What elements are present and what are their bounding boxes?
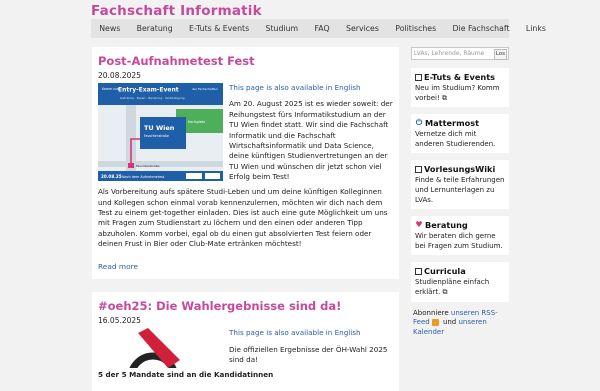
subscribe-box: Abonniere unseren RSS-Feed und unseren K… — [411, 309, 509, 338]
poster-footer-date: 20.08.25 — [101, 174, 122, 179]
widget-text: Wir beraten dich gerne bei Fragen zum St… — [415, 232, 503, 250]
post-date: 16.05.2025 — [98, 316, 141, 326]
site-title[interactable]: Fachschaft Informatik — [91, 3, 262, 19]
widget-title-text: Mattermost — [425, 118, 480, 129]
heart-icon: ♥ — [415, 220, 423, 230]
poster-header-small2: der Fachschaften — [192, 87, 218, 91]
post-paragraph: Als Vorbereitung aufs spätere Studi-Lebe… — [98, 187, 388, 249]
poster-header-big: Entry-Exam-Event — [118, 87, 179, 94]
sidebar: LVAs, Lehrende, Räume Los E-Tuts & Event… — [411, 47, 509, 337]
widget-title-text: Curricula — [424, 266, 466, 277]
read-more-link[interactable]: Read more — [98, 262, 138, 271]
widget-curricula[interactable]: Curricula Studienpläne einfach erklärt. … — [411, 262, 509, 302]
subscribe-prefix: Abonniere — [413, 308, 449, 317]
search-box: LVAs, Lehrende, Räume Los — [411, 47, 509, 60]
widget-title: E-Tuts & Events — [415, 72, 506, 82]
post-paragraph: 5 der 5 Mandate sind an die Kandidatinne… — [98, 369, 274, 379]
nav-etuts-events[interactable]: E-Tuts & Events — [181, 19, 257, 38]
widget-beratung[interactable]: ♥ Beratung Wir beraten dich gerne bei Fr… — [411, 216, 509, 256]
nav-studium[interactable]: Studium — [257, 19, 306, 38]
widget-mattermost[interactable]: ⏻ Mattermost Vernetze dich mit anderen S… — [411, 114, 509, 154]
poster-building-sub: Favoritenstraße — [144, 134, 169, 138]
poster-subtitle: Getränke · Essen · Beratung · Verköstigu… — [120, 96, 185, 100]
news-post: Post-Aufnahmetest Fest 20.08.2025 Komm z… — [92, 47, 399, 280]
poster-station: Favoritenstraße — [136, 164, 160, 168]
post-title[interactable]: #oeh25: Die Wahlergebnisse sind da! — [98, 299, 393, 313]
poster-area: Karlsplatz — [188, 120, 205, 124]
widget-title-text: VorlesungsWiki — [424, 164, 496, 175]
widget-title-text: E-Tuts & Events — [424, 72, 496, 82]
widget-vorlesungswiki[interactable]: VorlesungsWiki Finde & teile Erfahrungen… — [411, 160, 509, 210]
event-poster-image: Komm zum Entry-Exam-Event der Fachschaft… — [98, 83, 223, 181]
nav-die-fachschaft[interactable]: Die Fachschaft — [444, 19, 517, 38]
nav-news[interactable]: News — [91, 19, 128, 38]
book-icon — [415, 165, 422, 173]
main-content: Post-Aufnahmetest Fest 20.08.2025 Komm z… — [92, 47, 399, 391]
widget-text: Studienpläne einfach erklärt. ⧉ — [415, 278, 490, 296]
widget-text: Finde & teile Erfahrungen und Lernunterl… — [415, 176, 505, 204]
widget-title: VorlesungsWiki — [415, 164, 506, 174]
nav-services[interactable]: Services — [338, 19, 387, 38]
widget-text: Neu im Studium? Komm vorbei! ⧉ — [415, 84, 500, 102]
widget-text: Vernetze dich mit anderen Studierenden. — [415, 130, 496, 148]
widget-title: ♥ Beratung — [415, 220, 506, 230]
widget-title: Curricula — [415, 266, 506, 276]
post-title[interactable]: Post-Aufnahmetest Fest — [98, 54, 393, 68]
widget-title-text: Beratung — [425, 220, 468, 231]
widget-title: ⏻ Mattermost — [415, 118, 506, 128]
main-nav: News Beratung E-Tuts & Events Studium FA… — [91, 19, 546, 38]
nav-faq[interactable]: FAQ — [306, 19, 337, 38]
post-date: 20.08.2025 — [98, 71, 141, 80]
poster-footer-text: Nach dem Aufnahmetest — [122, 175, 165, 179]
calendar-icon — [415, 73, 422, 81]
subscribe-and: und — [442, 318, 457, 327]
document-icon — [415, 267, 422, 275]
nav-politisches[interactable]: Politisches — [387, 19, 444, 38]
widget-etuts-events[interactable]: E-Tuts & Events Neu im Studium? Komm vor… — [411, 68, 509, 108]
nav-beratung[interactable]: Beratung — [128, 19, 180, 38]
news-post: #oeh25: Die Wahlergebnisse sind da! 16.0… — [92, 292, 399, 391]
election-image — [98, 328, 223, 369]
poster-building: TU Wien — [144, 124, 175, 132]
rss-icon — [431, 318, 439, 326]
power-icon: ⏻ — [415, 118, 423, 128]
search-input[interactable]: LVAs, Lehrende, Räume — [414, 50, 484, 57]
search-button[interactable]: Los — [493, 49, 507, 60]
nav-links[interactable]: Links — [518, 19, 554, 38]
